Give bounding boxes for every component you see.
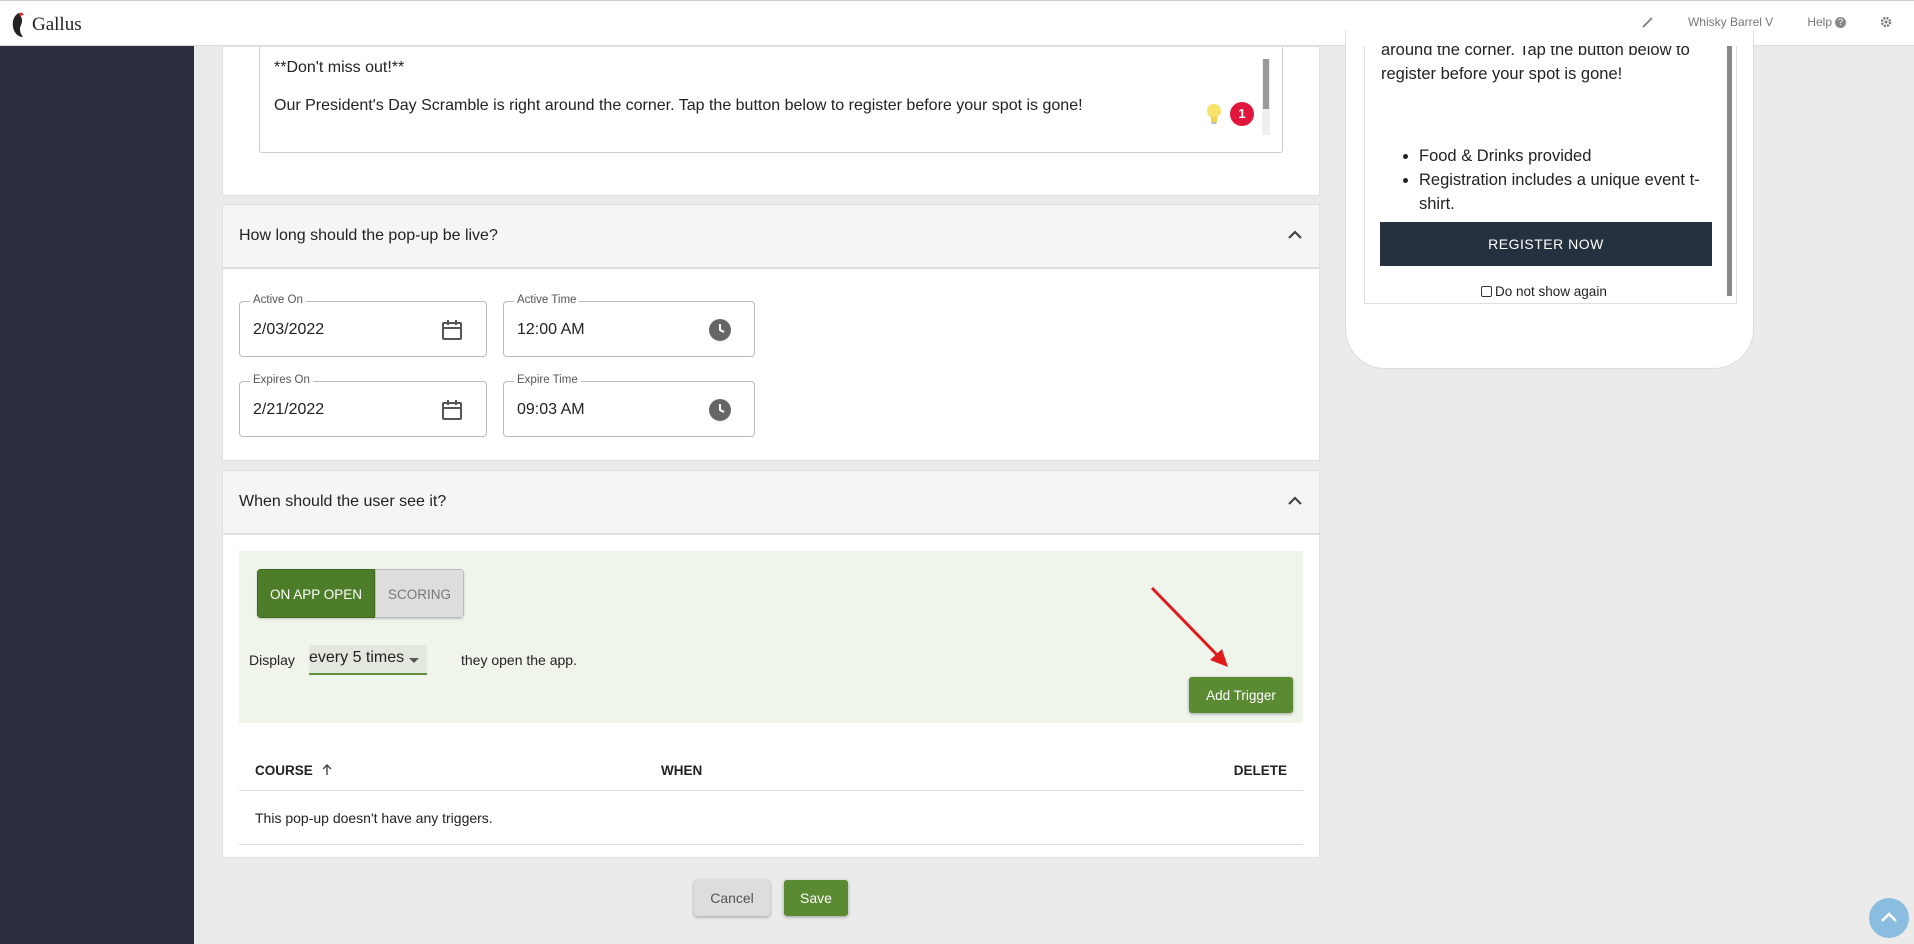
expire-time-value: 09:03 AM [517, 401, 585, 418]
live-section-header[interactable]: How long should the pop-up be live? [222, 204, 1320, 268]
preview-dont-show-checkbox[interactable]: Do not show again [1481, 284, 1607, 299]
calendar-icon[interactable] [440, 398, 464, 422]
message-line-2: Our President's Day Scramble is right ar… [274, 97, 1083, 114]
chevron-up-icon [1881, 912, 1897, 922]
trigger-section-title: When should the user see it? [239, 493, 447, 510]
add-trigger-button[interactable]: Add Trigger [1189, 677, 1293, 713]
preview-scrollbar[interactable] [1727, 46, 1732, 296]
magic-wand-icon[interactable] [1642, 16, 1654, 28]
preview-body-text: around the corner. Tap the button below … [1381, 46, 1690, 83]
active-time-label: Active Time [514, 294, 580, 306]
active-time-field[interactable]: Active Time 12:00 AM [503, 294, 755, 357]
trigger-section-header[interactable]: When should the user see it? [222, 470, 1320, 534]
live-section-body: Active On 2/03/2022 Active Time 12:00 AM… [222, 268, 1320, 461]
expire-time-label: Expire Time [514, 374, 581, 386]
calendar-icon[interactable] [440, 318, 464, 342]
message-scrollbar-thumb[interactable] [1263, 59, 1269, 109]
org-switcher[interactable]: Whisky Barrel V [1688, 15, 1773, 29]
col-when-header: WHEN [661, 763, 703, 778]
sidebar [0, 46, 194, 944]
trigger-mode-toggle: ON APP OPEN SCORING [257, 569, 465, 618]
preview-register-button[interactable]: REGISTER NOW [1380, 222, 1712, 266]
dropdown-caret-icon [409, 658, 419, 663]
active-time-value: 12:00 AM [517, 321, 585, 338]
frequency-value: every 5 times [309, 649, 405, 666]
popup-preview-phone: around the corner. Tap the button below … [1345, 30, 1754, 369]
mode-on-app-open-button[interactable]: ON APP OPEN [257, 569, 376, 618]
active-on-field[interactable]: Active On 2/03/2022 [239, 294, 487, 357]
preview-bullet-list: Food & Drinks provided Registration incl… [1419, 144, 1709, 216]
frequency-select[interactable]: every 5 times [309, 645, 427, 675]
expires-on-value: 2/21/2022 [253, 401, 325, 418]
mode-scoring-button[interactable]: SCORING [375, 569, 465, 618]
expire-time-field[interactable]: Expire Time 09:03 AM [503, 374, 755, 437]
checkbox-icon[interactable] [1481, 286, 1492, 297]
triggers-empty-row: This pop-up doesn't have any triggers. [239, 791, 1303, 845]
preview-bullet: Food & Drinks provided [1419, 144, 1709, 168]
display-suffix: they open the app. [461, 652, 577, 668]
annotation-arrow [1150, 586, 1228, 667]
chevron-up-icon[interactable] [1287, 227, 1303, 243]
clock-icon[interactable] [708, 398, 732, 422]
display-label: Display [249, 652, 295, 668]
save-button[interactable]: Save [784, 880, 848, 916]
active-on-value: 2/03/2022 [253, 321, 325, 338]
col-course-label: COURSE [255, 763, 313, 778]
preview-bullet: Registration includes a unique event t-s… [1419, 168, 1709, 216]
triggers-table-header: COURSE WHEN DELETE [239, 745, 1303, 791]
sort-arrow-up-icon [322, 764, 332, 775]
scroll-to-top-button[interactable] [1869, 898, 1909, 938]
active-on-label: Active On [250, 294, 306, 306]
clock-icon[interactable] [708, 318, 732, 342]
rooster-logo-icon [12, 12, 24, 37]
expires-on-field[interactable]: Expires On 2/21/2022 [239, 374, 487, 437]
message-line-1: **Don't miss out!** [274, 59, 405, 76]
message-card: **Don't miss out!** Our President's Day … [222, 46, 1320, 196]
gear-icon[interactable] [1880, 16, 1892, 28]
chevron-up-icon[interactable] [1287, 493, 1303, 509]
message-scrollbar[interactable] [1262, 59, 1270, 135]
help-icon: ? [1835, 17, 1846, 29]
empty-message: This pop-up doesn't have any triggers. [255, 810, 493, 826]
brand-logo[interactable]: Gallus [10, 11, 82, 39]
cancel-button[interactable]: Cancel [694, 880, 770, 916]
lightbulb-icon[interactable] [1204, 102, 1224, 126]
live-section-title: How long should the pop-up be live? [239, 227, 498, 244]
help-label: Help [1807, 15, 1832, 29]
col-delete-header: DELETE [1233, 763, 1287, 778]
popup-preview-screen: around the corner. Tap the button below … [1364, 46, 1737, 304]
help-link[interactable]: Help? [1807, 15, 1846, 29]
message-editor[interactable]: **Don't miss out!** Our President's Day … [259, 47, 1283, 153]
brand-name: Gallus [32, 14, 82, 35]
dont-show-label: Do not show again [1495, 284, 1607, 299]
expires-on-label: Expires On [250, 374, 313, 386]
col-course-header[interactable]: COURSE [255, 763, 333, 778]
suggestion-count-badge[interactable]: 1 [1230, 102, 1254, 126]
